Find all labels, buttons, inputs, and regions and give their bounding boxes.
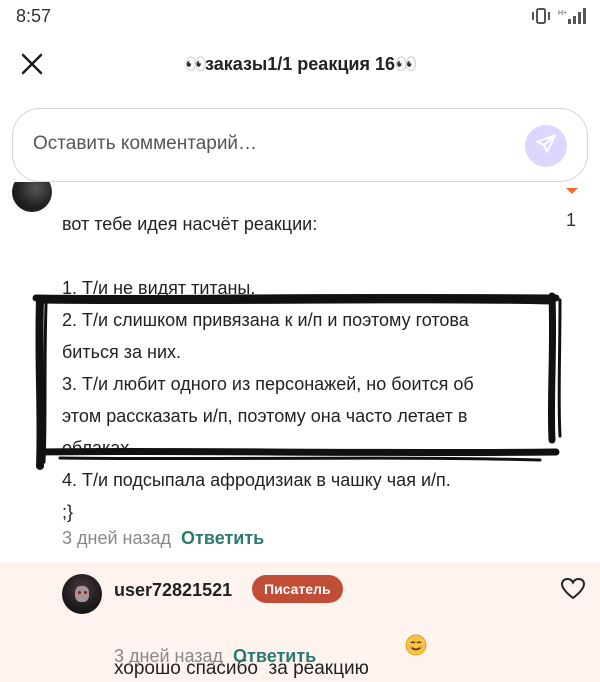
reply-button[interactable]: Ответить <box>233 646 316 666</box>
send-icon <box>534 132 558 161</box>
status-time: 8:57 <box>16 6 52 26</box>
status-icons: H+ <box>530 6 588 26</box>
heart-icon[interactable] <box>560 577 586 601</box>
comment-box <box>12 108 588 182</box>
comment-body: вот тебе идея насчёт реакции: 1. Т/и не … <box>62 208 552 528</box>
eyes-emoji-right: 👀 <box>394 54 417 74</box>
eyes-emoji-left: 👀 <box>184 54 207 74</box>
smiling-face-icon <box>373 612 427 656</box>
comment-input[interactable] <box>33 133 503 155</box>
comment-line: облаках. <box>62 438 135 458</box>
status-bar: 8:57 H+ <box>0 0 600 34</box>
reply-time: 3 дней назад <box>114 646 224 666</box>
commenter-avatar[interactable] <box>12 182 52 212</box>
comment-line: этом рассказать и/п, поэтому она часто л… <box>62 406 468 426</box>
comment-line: биться за них. <box>62 342 181 362</box>
svg-text:H+: H+ <box>558 10 567 17</box>
writer-badge: Писатель <box>252 575 343 603</box>
header: 👀заказы1/1 реакция 16👀 <box>0 34 600 96</box>
comment-line: ;} <box>62 502 74 522</box>
page-title-text: заказы1/1 реакция 16 <box>205 54 395 74</box>
comment-time: 3 дней назад <box>62 528 172 548</box>
signal-icon: H+ <box>558 7 588 25</box>
like-arrow-icon[interactable] <box>566 188 578 194</box>
reply-item: user72821521 Писатель хорошо спасибо за … <box>0 562 600 682</box>
comment-line: 3. Т/и любит одного из персонажей, но бо… <box>62 374 474 394</box>
send-button[interactable] <box>525 125 567 167</box>
comment-line: 2. Т/и слишком привязана к и/п и поэтому… <box>62 310 469 330</box>
comment-line <box>62 240 552 272</box>
comment-line: вот тебе идея насчёт реакции: <box>62 214 318 234</box>
comment-line: 4. Т/и подсыпала афродизиак в чашку чая … <box>62 470 451 490</box>
reply-button[interactable]: Ответить <box>181 528 264 548</box>
page-title: 👀заказы1/1 реакция 16👀 <box>0 54 600 75</box>
comment-meta: 3 дней назад Ответить <box>62 528 264 549</box>
like-count: 1 <box>566 210 577 230</box>
username[interactable]: user72821521 <box>114 580 232 601</box>
avatar[interactable] <box>62 574 102 614</box>
vibrate-icon <box>530 7 552 25</box>
reply-meta: 3 дней назад Ответить <box>114 646 316 667</box>
comment-line: 1. Т/и не видят титаны. <box>62 278 256 298</box>
